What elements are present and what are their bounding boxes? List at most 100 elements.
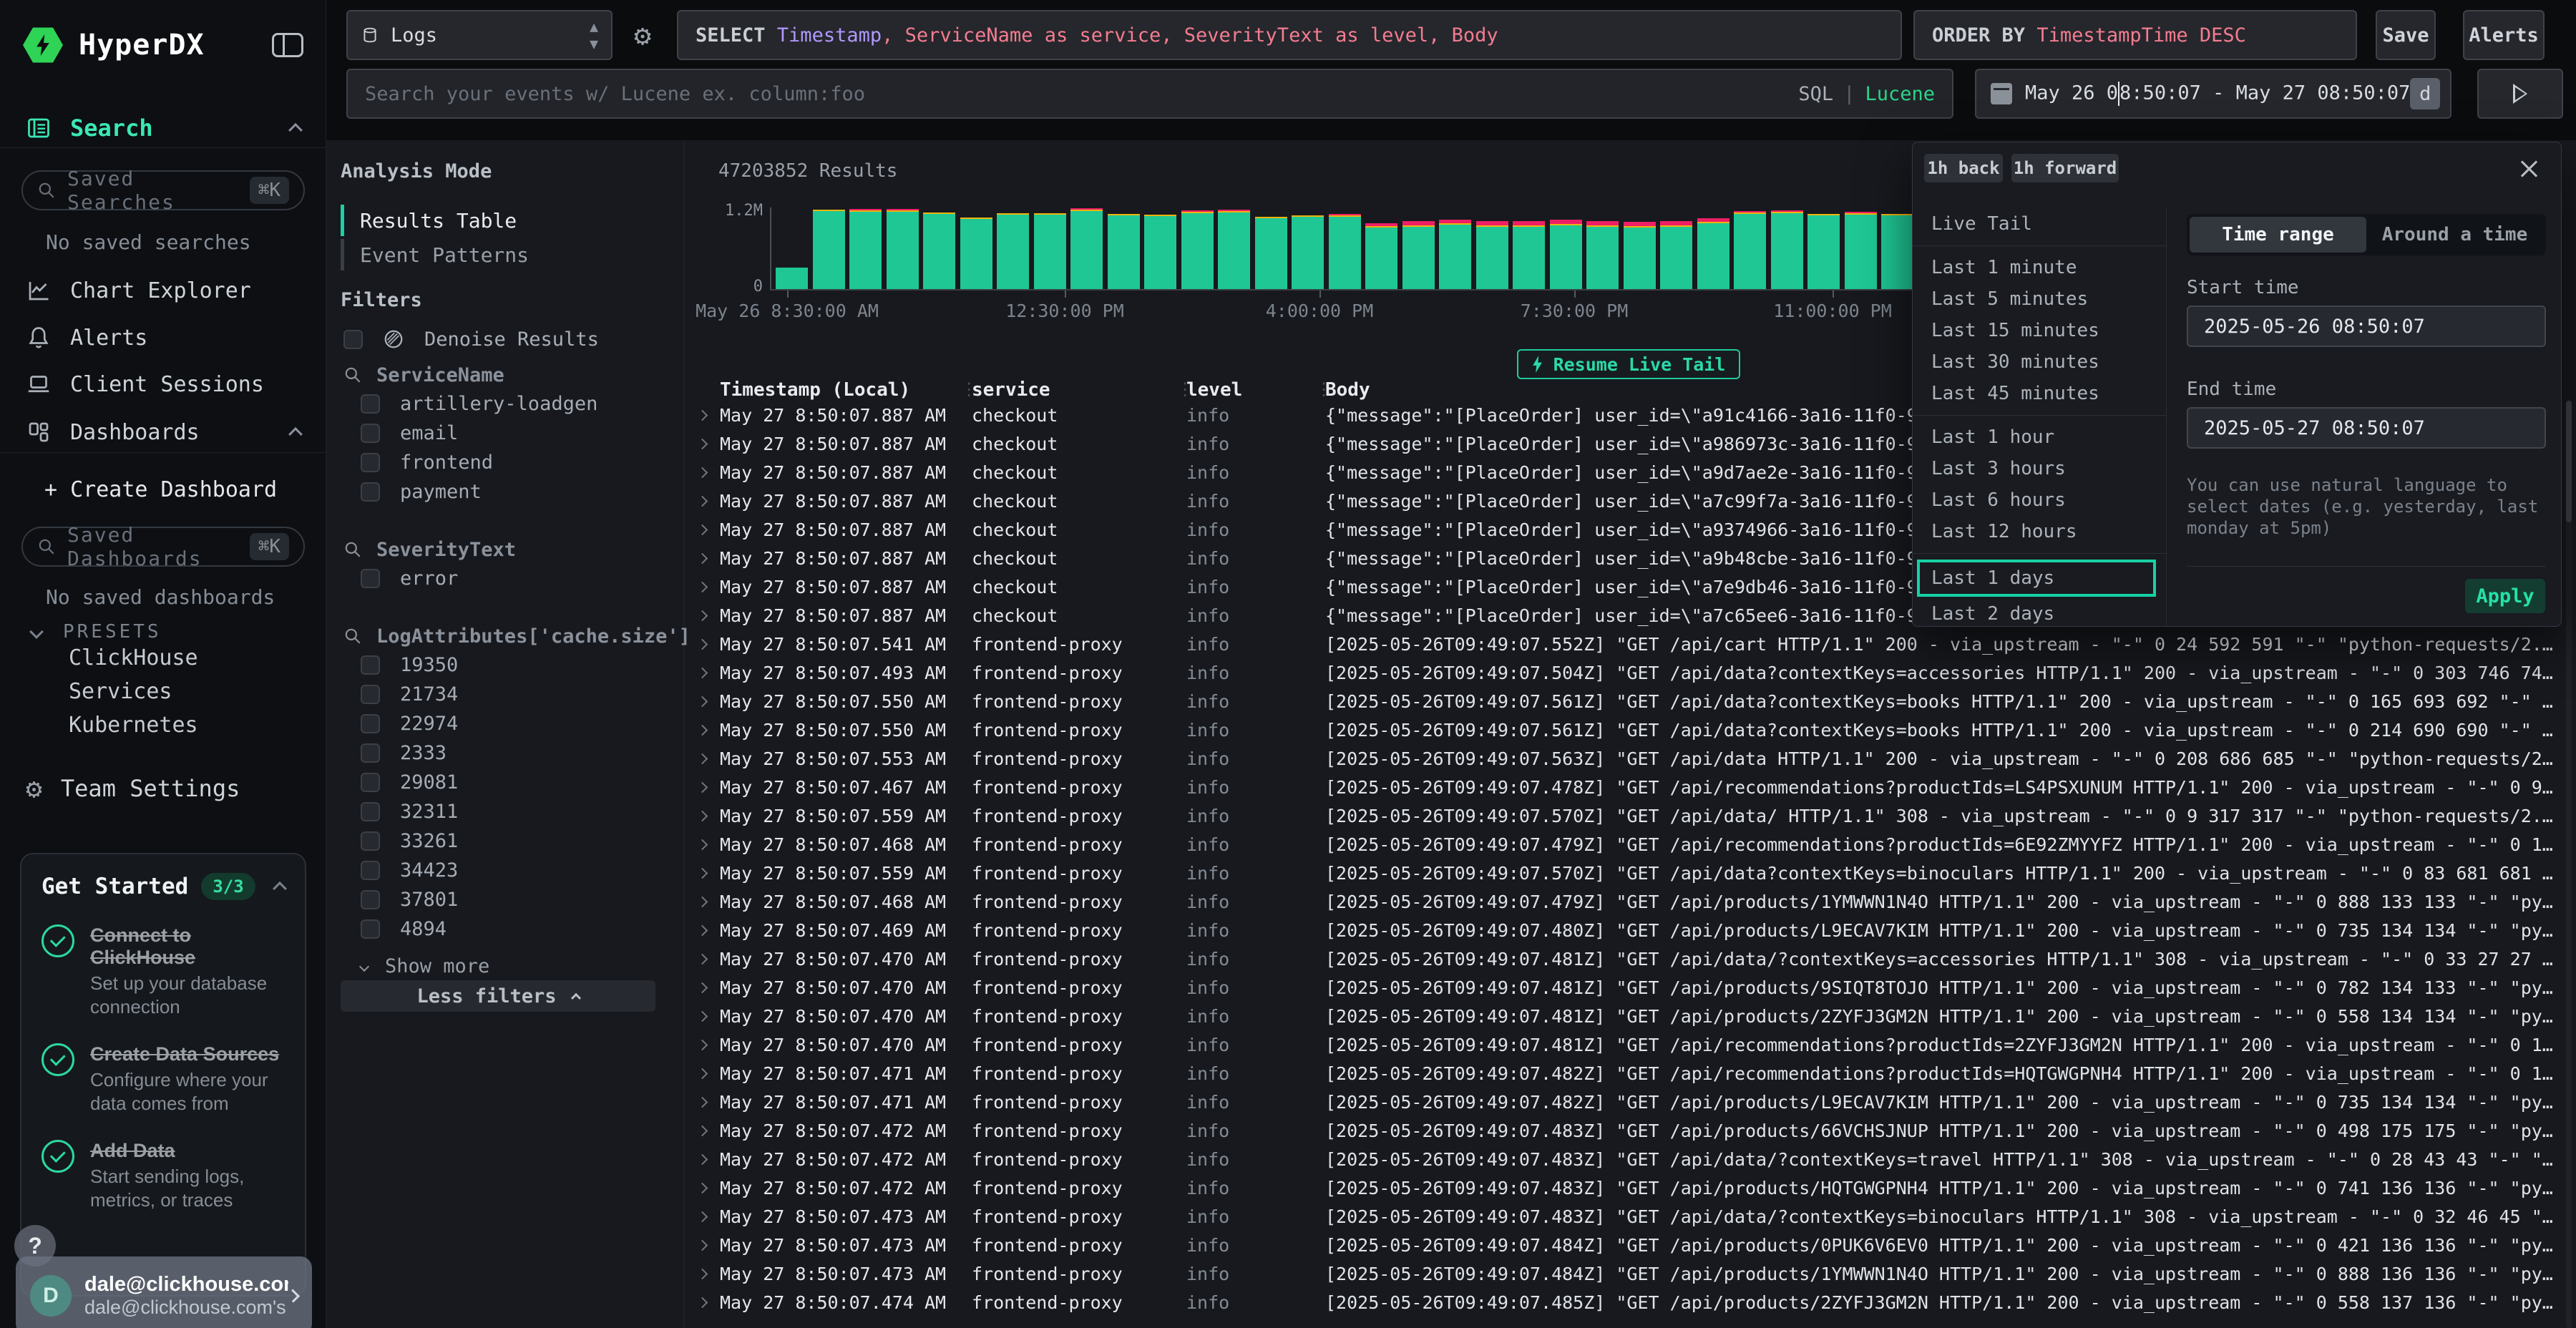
filter-checkbox[interactable] [361,743,380,763]
tab-around-a-time[interactable]: Around a time [2366,217,2543,253]
user-menu[interactable]: D dale@clickhouse.com dale@clickhouse.co… [16,1256,312,1328]
filter-option[interactable]: 34423 [343,856,667,885]
table-row[interactable]: May 27 8:50:07.493 AMfrontend-proxyinfo[… [687,658,2562,687]
filter-checkbox[interactable] [361,802,380,821]
filter-checkbox[interactable] [361,394,380,414]
column-resize-handle[interactable]: ⋮ [1176,379,1194,399]
expand-row-chevron-icon[interactable] [698,898,720,906]
expand-row-chevron-icon[interactable] [698,1241,720,1249]
filter-option[interactable]: artillery-loadgen [343,389,667,419]
filter-checkbox[interactable] [361,655,380,675]
table-row[interactable]: May 27 8:50:07.553 AMfrontend-proxyinfo[… [687,744,2562,773]
filter-option[interactable]: 37801 [343,885,667,914]
expand-row-chevron-icon[interactable] [698,1184,720,1192]
source-settings-gear-icon[interactable]: ⚙ [634,21,651,50]
histogram-bar[interactable] [1771,210,1803,289]
show-more-button[interactable]: Show more [361,955,667,977]
expand-row-chevron-icon[interactable] [698,927,720,934]
time-preset-option[interactable]: Last 45 minutes [1913,378,2166,409]
table-row[interactable]: May 27 8:50:07.468 AMfrontend-proxyinfo[… [687,887,2562,916]
time-preset-option[interactable]: Live Tail [1913,208,2166,240]
filter-option[interactable]: error [343,564,667,593]
expand-row-chevron-icon[interactable] [698,640,720,648]
table-row[interactable]: May 27 8:50:07.467 AMfrontend-proxyinfo[… [687,773,2562,801]
run-query-button[interactable] [2477,69,2563,119]
close-icon[interactable] [2517,157,2541,181]
table-row[interactable]: May 27 8:50:07.472 AMfrontend-proxyinfo[… [687,1116,2562,1145]
expand-row-chevron-icon[interactable] [698,1098,720,1106]
histogram-bar[interactable] [776,268,808,289]
filter-option[interactable]: 4894 [343,914,667,944]
expand-row-chevron-icon[interactable] [698,526,720,534]
filter-option[interactable]: frontend [343,448,667,477]
expand-row-chevron-icon[interactable] [698,812,720,820]
time-preset-option[interactable]: Last 30 minutes [1913,346,2166,378]
chevron-up-icon[interactable] [288,427,303,441]
column-resize-handle[interactable]: ⋮ [1315,379,1332,399]
time-preset-option[interactable]: Last 1 minute [1913,252,2166,283]
resume-live-tail-button[interactable]: Resume Live Tail [1517,349,1740,379]
table-row[interactable]: May 27 8:50:07.473 AMfrontend-proxyinfo[… [687,1202,2562,1231]
expand-row-chevron-icon[interactable] [698,440,720,448]
histogram-bar[interactable] [960,218,992,289]
expand-row-chevron-icon[interactable] [698,869,720,877]
alerts-button[interactable]: Alerts [2463,10,2545,60]
histogram-bar[interactable] [1108,214,1140,289]
column-header-timestamp[interactable]: Timestamp (Local) [720,379,972,401]
apply-button[interactable]: Apply [2465,579,2545,613]
saved-searches-input[interactable]: Saved Searches ⌘K [21,170,305,210]
table-row[interactable]: May 27 8:50:07.471 AMfrontend-proxyinfo[… [687,1059,2562,1088]
time-preset-option[interactable]: Last 3 hours [1913,453,2166,484]
histogram-bar[interactable] [1402,221,1435,289]
column-header-service[interactable]: service [972,379,1186,401]
expand-row-chevron-icon[interactable] [698,1299,720,1307]
table-row[interactable]: May 27 8:50:07.470 AMfrontend-proxyinfo[… [687,1002,2562,1030]
mode-event-patterns[interactable]: Event Patterns [341,238,655,272]
source-select[interactable]: Logs ▲▼ [346,10,613,60]
time-preset-option[interactable]: Last 12 hours [1913,516,2166,547]
histogram-bar[interactable] [849,209,882,289]
histogram-bar[interactable] [1365,223,1397,289]
table-row[interactable]: May 27 8:50:07.470 AMfrontend-proxyinfo[… [687,973,2562,1002]
order-by-input[interactable]: ORDER BY TimestampTime DESC [1913,10,2357,60]
histogram-bar[interactable] [1292,215,1324,289]
expand-row-chevron-icon[interactable] [698,726,720,734]
filter-option[interactable]: 21734 [343,680,667,709]
histogram-bar[interactable] [1734,211,1766,289]
expand-row-chevron-icon[interactable] [698,1213,720,1221]
histogram-bar[interactable] [1550,220,1582,289]
expand-row-chevron-icon[interactable] [698,1070,720,1078]
sidebar-item-alerts[interactable]: Alerts [0,321,326,355]
expand-row-chevron-icon[interactable] [698,1156,720,1163]
histogram-bar[interactable] [923,213,955,289]
filter-option[interactable]: payment [343,477,667,507]
histogram-bar[interactable] [1513,221,1545,289]
expand-row-chevron-icon[interactable] [698,783,720,791]
histogram-bar[interactable] [1218,210,1250,289]
expand-row-chevron-icon[interactable] [698,555,720,562]
less-filters-button[interactable]: Less filters [341,980,655,1012]
histogram-bar[interactable] [997,213,1029,289]
table-row[interactable]: May 27 8:50:07.468 AMfrontend-proxyinfo[… [687,830,2562,859]
table-row[interactable]: May 27 8:50:07.550 AMfrontend-proxyinfo[… [687,716,2562,744]
end-time-input[interactable]: 2025-05-27 08:50:07 [2187,407,2546,449]
expand-row-chevron-icon[interactable] [698,1041,720,1049]
time-preset-option[interactable]: Last 1 hour [1913,421,2166,453]
expand-row-chevron-icon[interactable] [698,612,720,620]
denoise-results-row[interactable]: Denoise Results [343,325,599,353]
table-row[interactable]: May 27 8:50:07.559 AMfrontend-proxyinfo[… [687,859,2562,887]
table-row[interactable]: May 27 8:50:07.550 AMfrontend-proxyinfo[… [687,687,2562,716]
start-time-input[interactable]: 2025-05-26 08:50:07 [2187,306,2546,347]
histogram-bar[interactable] [1439,220,1471,289]
sidebar-item-team-settings[interactable]: ⚙ Team Settings [0,771,326,806]
column-header-level[interactable]: level [1186,379,1325,401]
expand-row-chevron-icon[interactable] [698,411,720,419]
expand-row-chevron-icon[interactable] [698,1270,720,1278]
sql-select-input[interactable]: SELECT Timestamp, ServiceName as service… [677,10,1902,60]
table-row[interactable]: May 27 8:50:07.470 AMfrontend-proxyinfo[… [687,944,2562,973]
histogram-bar[interactable] [1586,221,1619,289]
expand-row-chevron-icon[interactable] [698,1127,720,1135]
time-preset-option[interactable]: Last 2 days [1913,598,2166,630]
create-dashboard-button[interactable]: + Create Dashboard [0,472,326,507]
histogram-bar[interactable] [887,209,919,289]
